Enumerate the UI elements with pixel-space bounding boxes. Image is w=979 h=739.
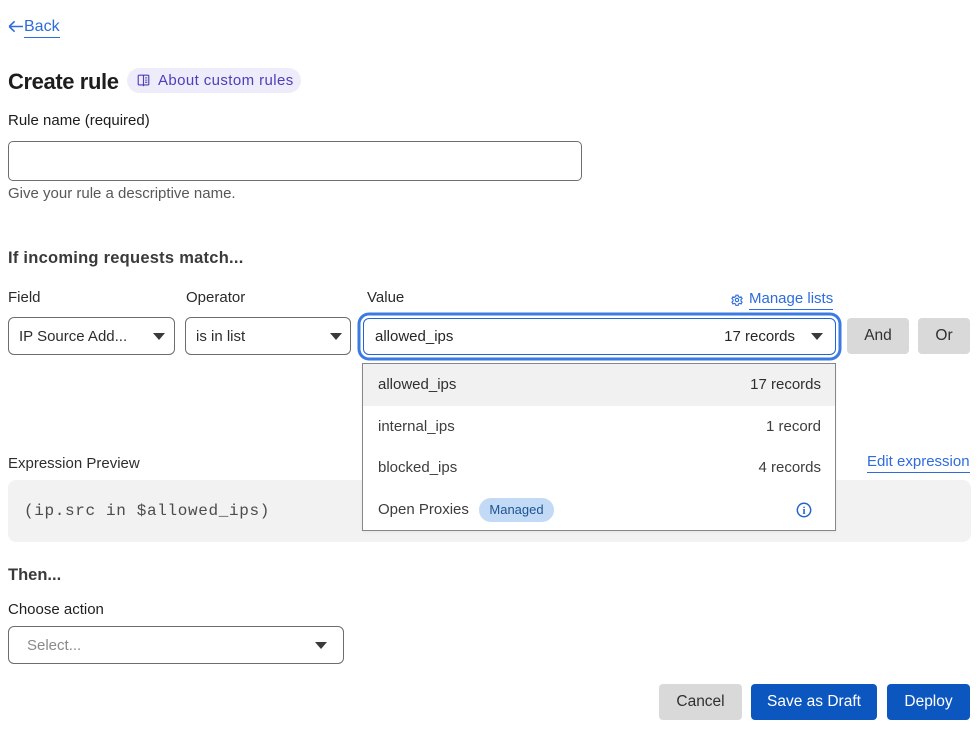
svg-text:i: i [802, 505, 805, 517]
